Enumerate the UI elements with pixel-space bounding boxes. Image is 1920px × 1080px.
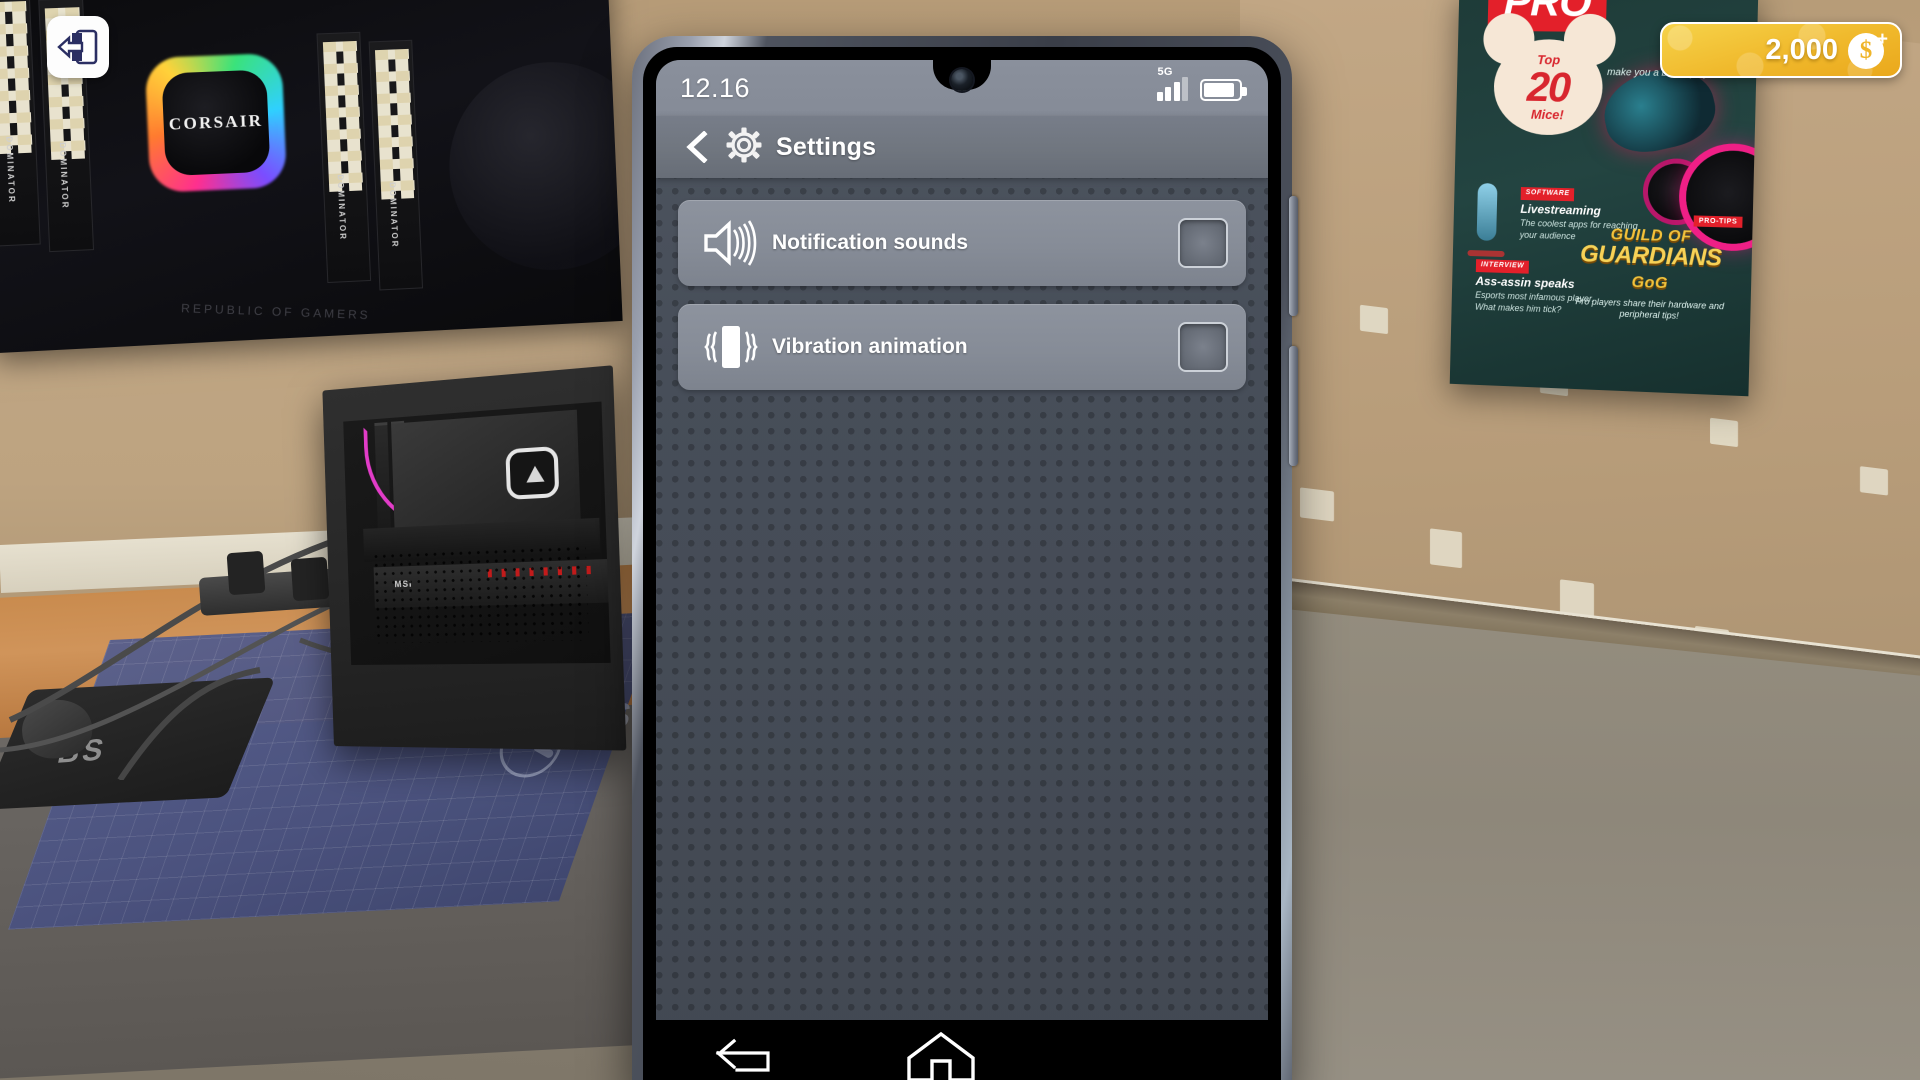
top-mice-badge: Top 20 Mice!: [1492, 38, 1604, 136]
cpu-cooler: [505, 445, 560, 500]
setting-label: Vibration animation: [772, 335, 968, 358]
magazine-feature-gog: PRO-TIPS GUILD OF GUARDIANS GoG Pro play…: [1559, 212, 1743, 325]
magazine-microphone-image: [1476, 183, 1498, 241]
home-icon[interactable]: [846, 1031, 1036, 1080]
chevron-left-icon[interactable]: [680, 131, 712, 163]
battery-icon: [1200, 79, 1247, 101]
money-amount: 2,000: [1765, 33, 1838, 66]
signal-bars-icon: 5G: [1156, 66, 1188, 101]
power-button[interactable]: [1289, 346, 1298, 466]
pc-case: MSI: [322, 365, 627, 751]
pc-interior: MSI: [343, 401, 611, 665]
app-bar: Settings: [656, 116, 1268, 178]
status-clock: 12.16: [680, 72, 751, 103]
front-camera-icon: [951, 69, 973, 91]
back-arrow-icon[interactable]: [656, 1036, 846, 1080]
phone-bezel: 12.16 5G Settings Notification sounds Vi…: [643, 47, 1281, 1080]
corsair-brand: CORSAIR: [168, 110, 264, 134]
money-counter[interactable]: 2,000 $ +: [1660, 22, 1902, 78]
speaker-sound-icon: [700, 220, 762, 266]
setting-checkbox-notification-sounds[interactable]: [1178, 218, 1228, 268]
coin-plus-icon: $ +: [1848, 30, 1888, 70]
phone-device: 12.16 5G Settings Notification sounds Vi…: [632, 36, 1298, 1080]
setting-checkbox-vibration-animation[interactable]: [1178, 322, 1228, 372]
page-title: Settings: [776, 132, 877, 161]
game-screen: PCBS BS: [0, 0, 1920, 1080]
settings-list: Notification sounds Vibration animation: [656, 178, 1268, 1020]
network-label: 5G: [1157, 66, 1173, 78]
gear-icon: [726, 127, 762, 168]
floor-right: [1200, 600, 1920, 1080]
rgb-cpu-cooler: CORSAIR: [144, 52, 288, 193]
exit-door-arrow-icon: [57, 29, 98, 65]
power-plug: [290, 556, 330, 602]
exit-phone-button[interactable]: [47, 16, 109, 78]
phone-screen: 12.16 5G Settings Notification sounds Vi…: [656, 60, 1268, 1080]
rog-text: REPUBLIC OF GAMERS: [180, 301, 371, 323]
volume-rocker-button[interactable]: [1289, 196, 1298, 316]
setting-row-notification-sounds[interactable]: Notification sounds: [678, 200, 1246, 286]
phone-vibrate-icon: [700, 322, 762, 372]
poster-fan: [444, 58, 623, 275]
android-nav-bar: [656, 1020, 1268, 1080]
setting-row-vibration-animation[interactable]: Vibration animation: [678, 304, 1246, 390]
status-icons: 5G: [1156, 66, 1247, 101]
power-plug: [226, 550, 266, 596]
setting-label: Notification sounds: [772, 231, 968, 254]
